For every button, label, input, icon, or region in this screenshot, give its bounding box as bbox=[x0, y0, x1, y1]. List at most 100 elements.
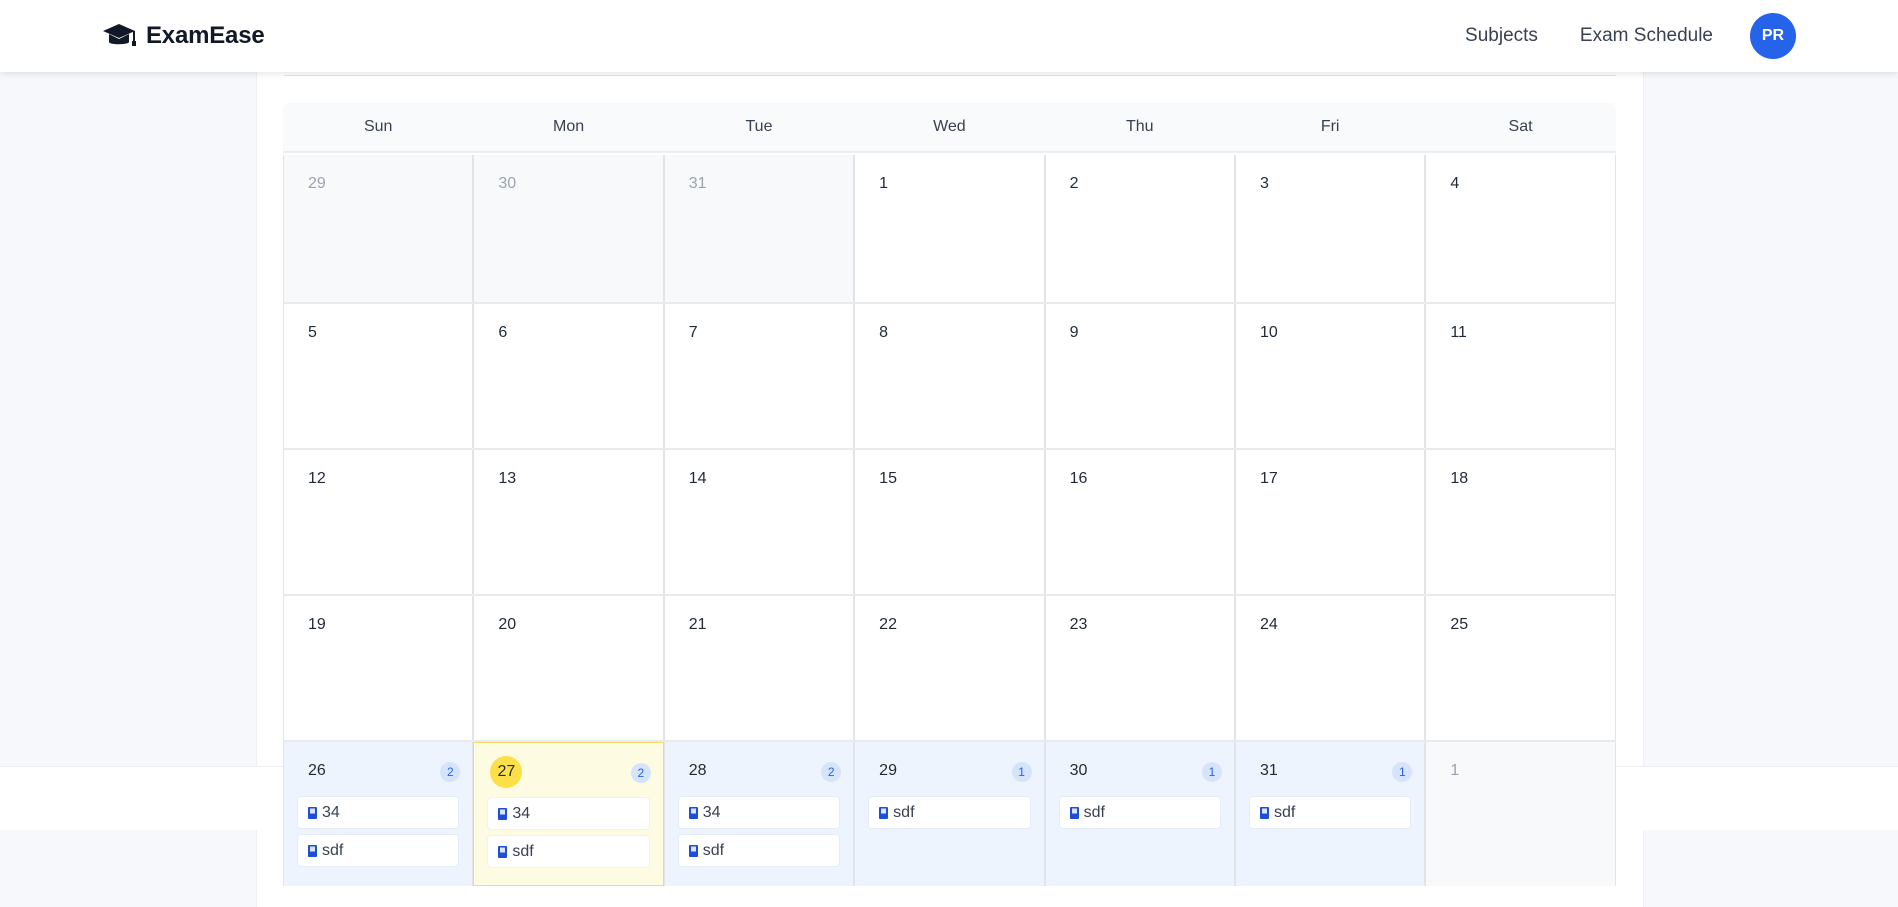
event-label: 34 bbox=[322, 803, 340, 821]
calendar-day-cell[interactable]: 17 bbox=[1234, 450, 1426, 594]
nav-link-exam-schedule[interactable]: Exam Schedule bbox=[1580, 25, 1713, 47]
exam-event[interactable]: sdf bbox=[869, 797, 1030, 828]
graduation-cap-icon bbox=[103, 24, 136, 46]
calendar-day-cell[interactable]: 11 bbox=[1425, 304, 1616, 448]
event-count-badge: 1 bbox=[1201, 762, 1222, 782]
calendar-day-cell[interactable]: 19 bbox=[283, 596, 474, 740]
day-number: 7 bbox=[688, 324, 698, 341]
book-icon bbox=[688, 844, 698, 857]
exam-event[interactable]: 34 bbox=[678, 797, 840, 828]
calendar-day-cell[interactable]: 30 bbox=[473, 155, 664, 302]
day-number: 8 bbox=[879, 324, 889, 341]
day-number: 25 bbox=[1450, 616, 1469, 633]
day-number: 16 bbox=[1069, 470, 1088, 487]
day-number: 24 bbox=[1259, 616, 1278, 633]
calendar-day-cell[interactable]: 24 bbox=[1234, 596, 1426, 740]
event-count-badge: 2 bbox=[440, 762, 461, 782]
exam-event[interactable]: sdf bbox=[298, 835, 459, 866]
calendar-day-cell[interactable]: 4 bbox=[1425, 155, 1616, 302]
exam-event[interactable]: 34 bbox=[488, 798, 649, 829]
event-count-badge: 2 bbox=[821, 762, 842, 782]
weekday-header-row: Sun Mon Tue Wed Thu Fri Sat bbox=[283, 103, 1616, 153]
user-avatar[interactable]: PR bbox=[1750, 13, 1796, 59]
calendar-day-cell[interactable]: 18 bbox=[1425, 450, 1616, 594]
calendar-day-cell[interactable]: 14 bbox=[663, 450, 855, 594]
day-number: 29 bbox=[879, 762, 897, 779]
calendar-week-row: 29 30 31 1 2 3 4 bbox=[283, 155, 1616, 302]
exam-event[interactable]: sdf bbox=[488, 836, 649, 867]
book-icon bbox=[498, 845, 508, 858]
calendar-week-row: 12 13 14 15 16 17 18 bbox=[283, 448, 1616, 594]
calendar-week-row: 5 6 7 8 9 10 11 bbox=[283, 302, 1616, 448]
calendar-day-cell[interactable]: 10 bbox=[1234, 304, 1426, 448]
weekday-header: Sat bbox=[1508, 118, 1533, 135]
book-icon bbox=[308, 806, 317, 819]
weekday-header: Thu bbox=[1125, 118, 1154, 135]
calendar-day-cell[interactable]: 22 bbox=[854, 596, 1045, 740]
day-number: 12 bbox=[308, 470, 326, 487]
day-number: 30 bbox=[1069, 762, 1088, 779]
event-list: 34 sdf bbox=[298, 797, 459, 873]
calendar-day-cell[interactable]: 26 2 34 sdf bbox=[283, 742, 474, 886]
calendar-week-row: 26 2 34 sdf 27 2 34 sdf 28 2 34 sdf 29 1 sdf 30 1 sdf 31 1 s… bbox=[283, 740, 1616, 886]
book-icon bbox=[308, 844, 317, 857]
calendar-day-cell[interactable]: 29 bbox=[283, 155, 474, 302]
event-label: sdf bbox=[512, 842, 534, 860]
exam-event[interactable]: sdf bbox=[678, 835, 840, 866]
day-number: 14 bbox=[688, 470, 707, 487]
calendar-day-cell[interactable]: 5 bbox=[283, 304, 474, 448]
day-number: 17 bbox=[1259, 470, 1278, 487]
day-number: 21 bbox=[688, 616, 707, 633]
day-number: 5 bbox=[308, 324, 317, 341]
day-number: 31 bbox=[1259, 762, 1278, 779]
calendar-day-cell[interactable]: 30 1 sdf bbox=[1044, 742, 1235, 886]
calendar-day-cell[interactable]: 21 bbox=[663, 596, 855, 740]
calendar-day-cell[interactable]: 9 bbox=[1044, 304, 1235, 448]
calendar-day-today[interactable]: 27 2 34 sdf bbox=[473, 742, 664, 886]
nav-link-subjects[interactable]: Subjects bbox=[1465, 25, 1538, 47]
event-label: sdf bbox=[893, 803, 915, 821]
event-label: 34 bbox=[702, 803, 721, 821]
calendar-day-cell[interactable]: 13 bbox=[473, 450, 664, 594]
calendar-day-cell[interactable]: 2 bbox=[1044, 155, 1235, 302]
day-number: 29 bbox=[308, 175, 326, 192]
calendar-day-cell[interactable]: 28 2 34 sdf bbox=[663, 742, 855, 886]
calendar-day-cell[interactable]: 31 1 sdf bbox=[1234, 742, 1426, 886]
day-number: 28 bbox=[688, 762, 707, 779]
day-number: 27 bbox=[490, 756, 523, 788]
day-number: 10 bbox=[1259, 324, 1278, 341]
calendar-day-cell[interactable]: 6 bbox=[473, 304, 664, 448]
event-list: sdf bbox=[869, 797, 1030, 835]
calendar-day-cell[interactable]: 7 bbox=[663, 304, 855, 448]
weekday-header: Fri bbox=[1320, 118, 1340, 135]
calendar-week-row: 19 20 21 22 23 24 25 bbox=[283, 594, 1616, 740]
exam-event[interactable]: sdf bbox=[1249, 797, 1411, 828]
event-label: sdf bbox=[322, 841, 344, 859]
weekday-header: Sun bbox=[363, 118, 393, 135]
calendar-day-cell[interactable]: 20 bbox=[473, 596, 664, 740]
calendar-day-cell[interactable]: 12 bbox=[283, 450, 474, 594]
event-list: sdf bbox=[1059, 797, 1220, 835]
calendar-day-cell[interactable]: 23 bbox=[1044, 596, 1235, 740]
calendar-day-cell[interactable]: 1 bbox=[854, 155, 1045, 302]
event-list: 34 sdf bbox=[488, 798, 649, 874]
nav-links: Subjects Exam Schedule PR bbox=[1465, 13, 1796, 59]
calendar-day-cell[interactable]: 29 1 sdf bbox=[854, 742, 1045, 886]
calendar-day-cell[interactable]: 25 bbox=[1425, 596, 1616, 740]
exam-event[interactable]: sdf bbox=[1059, 797, 1220, 828]
calendar-day-cell[interactable]: 1 bbox=[1425, 742, 1616, 886]
day-number: 1 bbox=[879, 175, 889, 192]
weekday-header: Mon bbox=[553, 118, 585, 135]
calendar-day-cell[interactable]: 8 bbox=[854, 304, 1045, 448]
calendar-day-cell[interactable]: 16 bbox=[1044, 450, 1235, 594]
exam-event[interactable]: 34 bbox=[298, 797, 459, 828]
day-number: 6 bbox=[498, 324, 508, 341]
calendar-day-cell[interactable]: 15 bbox=[854, 450, 1045, 594]
day-number: 9 bbox=[1069, 324, 1079, 341]
calendar-day-cell[interactable]: 3 bbox=[1234, 155, 1426, 302]
event-label: sdf bbox=[702, 841, 725, 859]
day-number: 20 bbox=[498, 616, 517, 633]
calendar-day-cell[interactable]: 31 bbox=[663, 155, 855, 302]
brand[interactable]: ExamEase bbox=[102, 20, 265, 52]
event-count-badge: 1 bbox=[1011, 762, 1032, 782]
